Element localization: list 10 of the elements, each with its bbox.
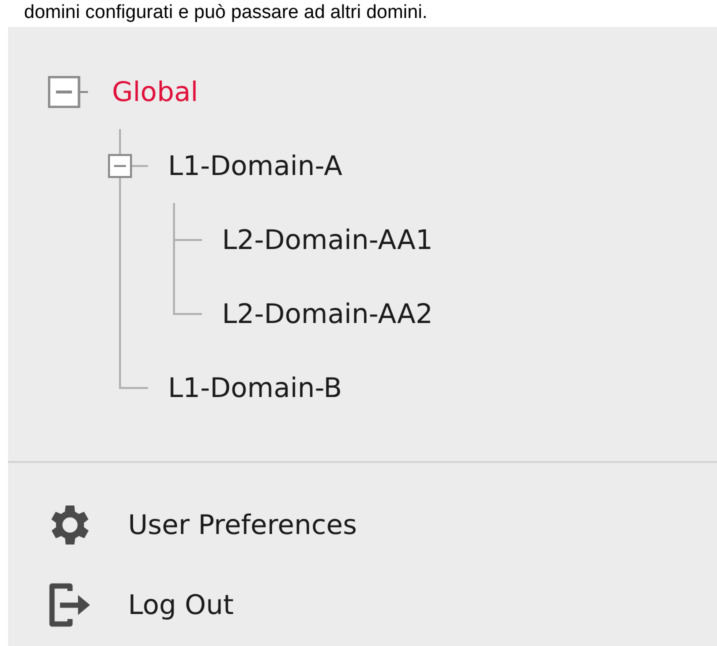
collapse-icon[interactable] — [108, 154, 132, 178]
collapse-icon[interactable] — [48, 76, 88, 108]
menu-item[interactable]: Log Out — [8, 565, 234, 645]
menu-item[interactable]: User Preferences — [8, 485, 357, 565]
intro-text: domini configurati e può passare ad altri domini. — [23, 1, 428, 25]
tree-item[interactable]: L2-Domain-AA1 — [222, 224, 433, 256]
tree-item[interactable]: L1-Domain-B — [168, 372, 342, 404]
tree-item[interactable]: Global — [112, 76, 198, 108]
tree-item[interactable]: L2-Domain-AA2 — [222, 298, 433, 330]
tree-item[interactable]: L1-Domain-A — [168, 150, 342, 182]
